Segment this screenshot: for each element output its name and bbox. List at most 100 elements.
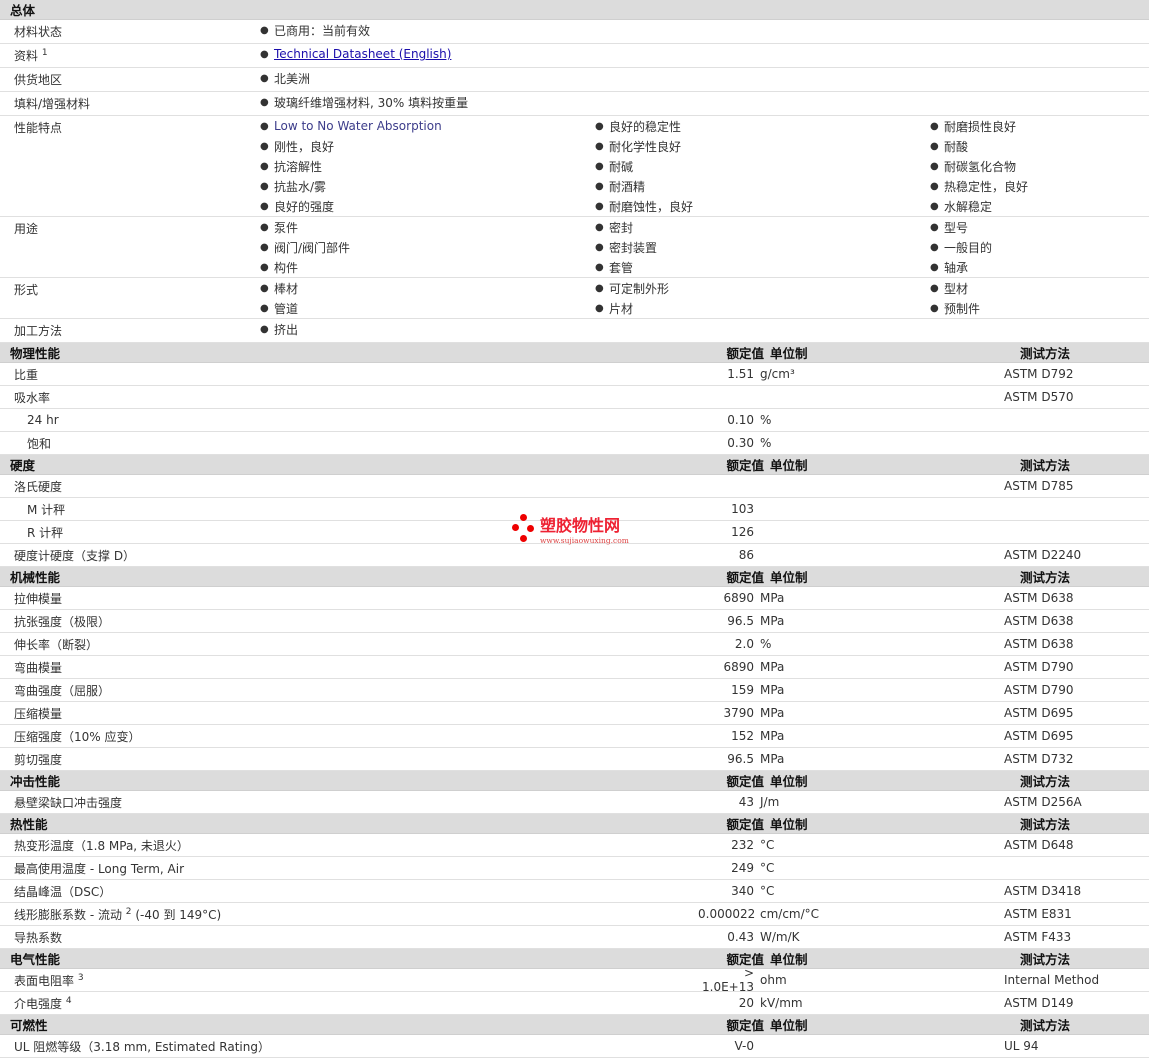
property-label: 拉伸模量: [0, 590, 698, 607]
test-method: ASTM D3418: [1004, 884, 1082, 898]
datasheet-link[interactable]: Technical Datasheet (English): [274, 47, 451, 61]
property-unit: %: [760, 436, 772, 450]
bullet-icon: ●: [595, 261, 604, 273]
row-label: 供货地区: [0, 68, 260, 91]
general-row: 加工方法 ● 挤出: [0, 319, 1149, 343]
section-title: 硬度: [10, 458, 36, 473]
bullet-icon: ●: [930, 180, 939, 192]
row-label: 性能特点: [0, 116, 260, 216]
header-method: 测试方法: [1020, 774, 1071, 789]
value-column: ● 良好的稳定性 ● 耐化学性良好 ● 耐碱 ● 耐酒精 ● 耐磨蚀性，良好: [595, 116, 930, 216]
property-unit: g/cm³: [760, 367, 795, 381]
property-row: 饱和 0.30%: [0, 432, 1149, 455]
property-row: 抗张强度（极限） 96.5 MPa ASTM D638: [0, 610, 1149, 633]
list-item: ● 玻璃纤维增强材料, 30% 填料按重量: [260, 92, 1149, 112]
list-item: ● 预制件: [930, 298, 1149, 318]
list-item: ● 刚性，良好: [260, 136, 595, 156]
section-title: 总体: [10, 3, 36, 18]
bullet-icon: ●: [930, 241, 939, 253]
property-value: 96.5: [727, 752, 754, 766]
list-item-text: 耐磨损性良好: [944, 119, 1017, 134]
logo-dots-icon: [512, 513, 536, 544]
property-label: 剪切强度: [0, 751, 698, 768]
test-method: ASTM D732: [1004, 752, 1074, 766]
property-label: UL 阻燃等级（3.18 mm, Estimated Rating）: [0, 1038, 698, 1055]
property-label-text: 热变形温度（1.8 MPa, 未退火）: [14, 838, 189, 853]
property-label-text: 结晶峰温（DSC）: [14, 884, 112, 899]
property-row: 24 hr 0.10%: [0, 409, 1149, 432]
list-item: ● 抗溶解性: [260, 156, 595, 176]
property-label-text: 最高使用温度 - Long Term, Air: [14, 861, 185, 876]
value-column: ● 北美洲: [260, 68, 1149, 91]
property-label: 导热系数: [0, 929, 698, 946]
list-item: ● 套管: [595, 257, 930, 277]
property-unit: °C: [760, 884, 775, 898]
property-row: 最高使用温度 - Long Term, Air 249 °C: [0, 857, 1149, 880]
property-value: 0.000022: [698, 907, 756, 921]
bullet-icon: ●: [930, 160, 939, 172]
general-row: 用途 ● 泵件 ● 阀门/阀门部件 ● 构件 ● 密封 ● 密封装置 ● 套管 ● 型号 ● 一般目的 ● 轴承: [0, 217, 1149, 278]
section-title: 冲击性能: [10, 774, 61, 789]
section-title: 可燃性: [10, 1018, 48, 1033]
list-item-text: 耐酒精: [609, 179, 646, 194]
row-values: ● 玻璃纤维增强材料, 30% 填料按重量: [260, 92, 1149, 115]
property-value: > 1.0E+13: [702, 966, 754, 994]
list-item-text: 泵件: [274, 220, 299, 235]
section-title: 机械性能: [10, 570, 61, 585]
list-item-text: 密封装置: [609, 240, 658, 255]
property-unit: W/m/K: [760, 930, 800, 944]
property-unit: ohm: [760, 973, 787, 987]
value-column: ● 已商用：当前有效: [260, 20, 1149, 43]
property-label-text: 线形膨胀系数 - 流动: [14, 907, 122, 922]
header-value: 额定值: [726, 817, 764, 832]
property-label: 表面电阻率 3: [0, 972, 698, 989]
footnote-ref[interactable]: 1: [42, 48, 48, 58]
list-item: ● 耐磨蚀性，良好: [595, 196, 930, 216]
header-value: 额定值: [726, 346, 764, 361]
list-item-text: 预制件: [944, 301, 981, 316]
row-label: 形式: [0, 278, 260, 318]
property-label-text: 压缩强度（10% 应变）: [14, 729, 141, 744]
property-label-text: 表面电阻率: [14, 973, 75, 988]
footnote-ref[interactable]: 4: [66, 996, 72, 1006]
list-item-text: 阀门/阀门部件: [274, 240, 351, 255]
list-item: ● 耐化学性良好: [595, 136, 930, 156]
general-row: 供货地区 ● 北美洲: [0, 68, 1149, 92]
list-item-text: 密封: [609, 220, 634, 235]
footnote-ref[interactable]: 3: [78, 973, 84, 983]
property-row: 悬壁梁缺口冲击强度 43 J/m ASTM D256A: [0, 791, 1149, 814]
general-row: 填料/增强材料 ● 玻璃纤维增强材料, 30% 填料按重量: [0, 92, 1149, 116]
bullet-icon: ●: [260, 241, 269, 253]
test-method: ASTM D790: [1004, 683, 1074, 697]
list-item-text: 耐碱: [609, 159, 634, 174]
list-item: ● 密封: [595, 217, 930, 237]
list-item: ● 抗盐水/雾: [260, 176, 595, 196]
value-column: ● 可定制外形 ● 片材: [595, 278, 930, 318]
property-unit: cm/cm/°C: [760, 907, 820, 921]
property-value: V-0: [734, 1039, 754, 1053]
property-label-text: 伸长率（断裂）: [14, 637, 99, 652]
list-item-text: 热稳定性，良好: [944, 179, 1029, 194]
row-label-text: 形式: [14, 283, 39, 297]
row-label: 资料 1: [0, 44, 260, 67]
bullet-icon: ●: [930, 221, 939, 233]
list-item: ● 良好的强度: [260, 196, 595, 216]
property-unit: MPa: [760, 706, 785, 720]
list-item-text: 良好的强度: [274, 199, 335, 214]
bullet-icon: ●: [260, 160, 269, 172]
section-header: 冲击性能 额定值 单位制 测试方法: [0, 771, 1149, 791]
list-item-text: 耐磨蚀性，良好: [609, 199, 694, 214]
property-row: 比重 1.51 g/cm³ ASTM D792: [0, 363, 1149, 386]
property-label: 热变形温度（1.8 MPa, 未退火）: [0, 837, 698, 854]
property-row: 拉伸模量 6890 MPa ASTM D638: [0, 587, 1149, 610]
section-header-general: 总体: [0, 0, 1149, 20]
test-method: ASTM D256A: [1004, 795, 1082, 809]
row-label-text: 性能特点: [14, 121, 63, 135]
bullet-icon: ●: [595, 221, 604, 233]
property-value: 249: [731, 861, 754, 875]
property-unit: MPa: [760, 752, 785, 766]
list-item: ● 已商用：当前有效: [260, 20, 1149, 40]
property-row: UL 阻燃等级（3.18 mm, Estimated Rating） V-0 UL …: [0, 1035, 1149, 1058]
list-item: ● 一般目的: [930, 237, 1149, 257]
value-column: ● 密封 ● 密封装置 ● 套管: [595, 217, 930, 277]
